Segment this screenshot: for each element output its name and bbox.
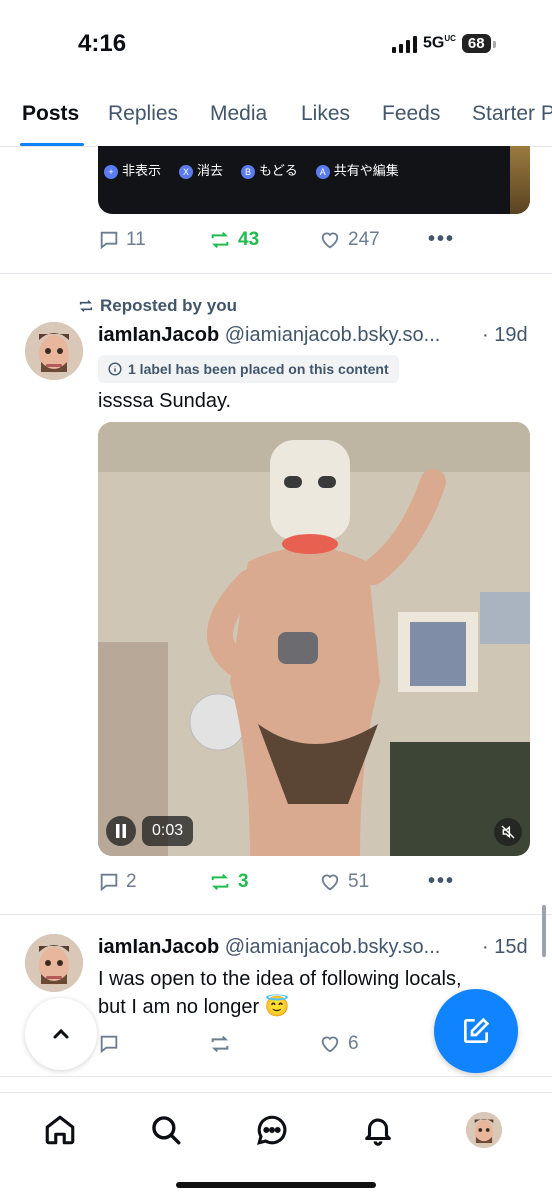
like-button[interactable]: 247 <box>318 229 380 251</box>
tab-likes[interactable]: Likes <box>301 102 350 126</box>
repost-button[interactable] <box>208 1033 232 1055</box>
post-video[interactable]: 0:03 <box>98 422 530 856</box>
reply-button[interactable]: 2 <box>98 871 137 893</box>
author-handle[interactable]: @iamianjacob.bsky.so... <box>225 936 441 958</box>
heart-icon <box>321 874 339 891</box>
tab-feeds[interactable]: Feeds <box>382 102 440 126</box>
scroll-to-top-button[interactable] <box>25 998 97 1070</box>
avatar[interactable] <box>25 322 83 380</box>
like-button[interactable]: 51 <box>318 871 369 893</box>
chevron-up-icon <box>53 1028 69 1039</box>
video-timestamp: 0:03 <box>142 816 194 846</box>
reply-button[interactable]: 11 <box>98 229 146 251</box>
repost-button[interactable]: 43 <box>208 229 259 251</box>
status-indicators: 5GUC 68 <box>392 34 496 53</box>
signal-icon <box>392 35 417 53</box>
info-icon <box>108 362 122 376</box>
compose-icon <box>464 1017 490 1043</box>
pause-icon <box>116 824 126 838</box>
battery-icon: 68 <box>461 34 496 53</box>
author-name[interactable]: iamIanJacob <box>98 324 219 346</box>
image-overlay-menu: + 非表示 X 消去 B もどる A 共有や編集 <box>104 160 399 179</box>
repost-icon <box>79 300 93 312</box>
post-header: iamIanJacob @iamianjacob.bsky.so... <box>98 936 440 959</box>
compose-button[interactable] <box>434 989 518 1073</box>
mute-button[interactable] <box>494 818 522 846</box>
more-options-button[interactable]: ••• <box>428 870 455 893</box>
repost-indicator: Reposted by you <box>78 296 237 316</box>
content-label-notice[interactable]: 1 label has been placed on this content <box>98 355 399 383</box>
avatar[interactable] <box>25 934 83 992</box>
tab-starter-packs[interactable]: Starter Packs <box>472 102 552 126</box>
repost-button[interactable]: 3 <box>208 871 249 893</box>
tab-posts[interactable]: Posts <box>22 102 79 126</box>
video-frame <box>98 422 530 856</box>
status-time: 4:16 <box>78 30 127 57</box>
repost-icon <box>211 1035 229 1053</box>
more-options-button[interactable]: ••• <box>428 228 455 251</box>
chat-icon[interactable] <box>254 1112 290 1148</box>
reply-icon <box>100 231 118 250</box>
home-indicator <box>176 1182 376 1188</box>
scrollbar[interactable] <box>542 905 546 957</box>
like-button[interactable]: 6 <box>318 1033 359 1055</box>
bell-icon[interactable] <box>360 1112 396 1148</box>
tab-replies[interactable]: Replies <box>108 102 178 126</box>
reply-button[interactable] <box>98 1033 120 1055</box>
pause-button[interactable] <box>106 816 136 846</box>
home-icon[interactable] <box>42 1112 78 1148</box>
author-name[interactable]: iamIanJacob <box>98 936 219 958</box>
reply-icon <box>100 1035 118 1054</box>
reply-icon <box>100 873 118 892</box>
search-icon[interactable] <box>148 1112 184 1148</box>
post-text: issssa Sunday. <box>98 390 232 412</box>
author-handle[interactable]: @iamianjacob.bsky.so... <box>225 324 441 346</box>
post-age: · 19d <box>482 324 528 346</box>
post-image-cropped[interactable]: + 非表示 X 消去 B もどる A 共有や編集 <box>98 146 530 214</box>
post-age: · 15d <box>482 936 528 958</box>
post-divider <box>0 914 552 915</box>
repost-icon <box>211 231 229 249</box>
heart-icon <box>321 232 339 249</box>
network-label: 5GUC <box>423 34 456 52</box>
post-divider <box>0 273 552 274</box>
heart-icon <box>321 1036 339 1053</box>
muted-speaker-icon <box>501 825 515 839</box>
profile-avatar-tab[interactable] <box>466 1112 502 1148</box>
post-divider <box>0 1076 552 1077</box>
profile-tabs: Posts Replies Media Likes Feeds Starter … <box>0 96 552 147</box>
post-header: iamIanJacob @iamianjacob.bsky.so... <box>98 324 440 347</box>
post-text-line-2: but I am no longer 😇 <box>98 996 290 1018</box>
repost-icon <box>211 873 229 891</box>
post-text-line-1: I was open to the idea of following loca… <box>98 968 462 990</box>
active-tab-indicator <box>20 143 84 146</box>
tab-media[interactable]: Media <box>210 102 267 126</box>
